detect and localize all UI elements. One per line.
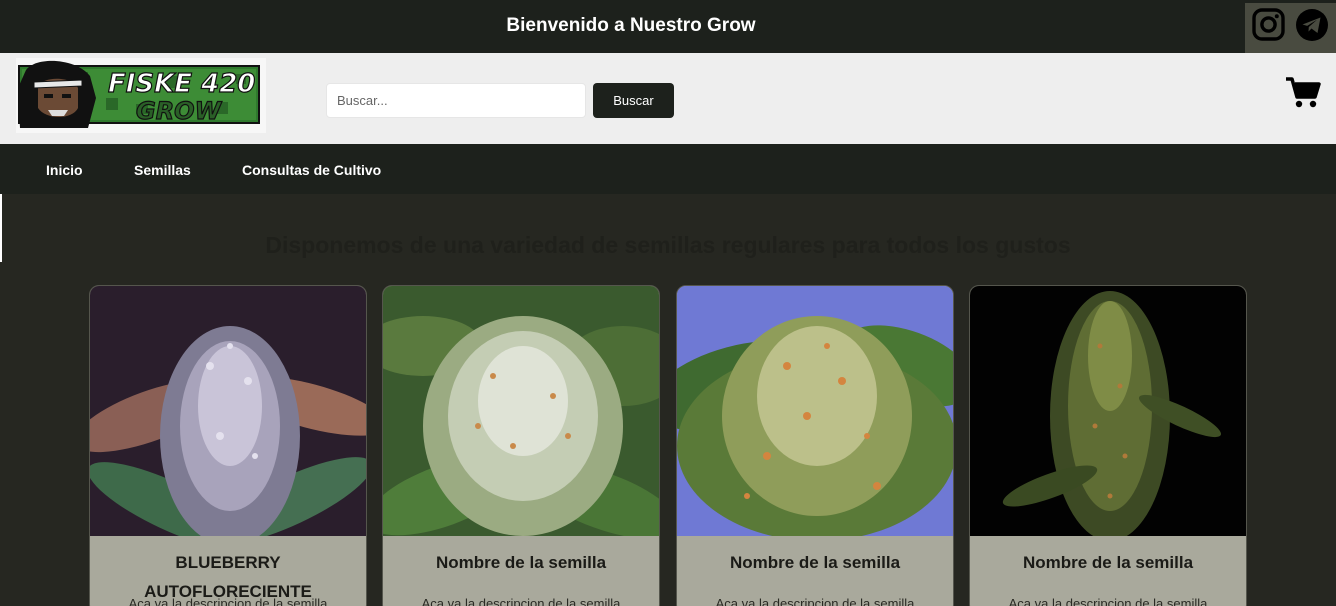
product-card[interactable]: Nombre de la semilla Aca va la descripci… [382,285,660,606]
top-bar: Bienvenido a Nuestro Grow [0,0,1336,53]
product-image [383,286,659,536]
welcome-title: Bienvenido a Nuestro Grow [506,15,756,36]
product-image [90,286,366,536]
product-name: Nombre de la semilla [1022,553,1194,572]
product-card[interactable]: BLUEBERRY AUTOFLORECIENTE Aca va la desc… [89,285,367,606]
nav-item-consultas[interactable]: Consultas de Cultivo [242,162,381,178]
product-description: Aca va la descripcion de la semilla [421,596,621,606]
product-description: Aca va la descripcion de la semilla [128,596,328,606]
product-image [970,286,1246,536]
main-nav: Inicio Semillas Consultas de Cultivo [0,144,1336,194]
product-description: Aca va la descripcion de la semilla [1008,596,1208,606]
product-name: Nombre de la semilla [729,553,901,572]
product-description: Aca va la descripcion de la semilla [715,596,915,606]
logo-text-2: GROW [136,97,223,125]
nav-item-semillas[interactable]: Semillas [134,162,191,178]
section-title: Disponemos de una variedad de semillas r… [265,232,1071,258]
product-card[interactable]: Nombre de la semilla Aca va la descripci… [969,285,1247,606]
product-image [677,286,953,536]
product-card[interactable]: Nombre de la semilla Aca va la descripci… [676,285,954,606]
product-name: Nombre de la semilla [435,553,607,572]
social-links [1245,3,1336,53]
instagram-icon[interactable] [1252,8,1285,41]
logo-text-1: FISKE 420 [108,69,255,99]
search-button[interactable]: Buscar [593,83,674,118]
telegram-icon[interactable] [1295,8,1329,42]
logo-image: FISKE 420 GROW [18,60,260,128]
header: FISKE 420 GROW Buscar [0,53,1336,144]
cart-icon[interactable] [1285,76,1321,110]
logo[interactable]: FISKE 420 GROW [16,58,266,133]
nav-item-inicio[interactable]: Inicio [46,162,83,178]
search-input[interactable] [326,83,586,118]
